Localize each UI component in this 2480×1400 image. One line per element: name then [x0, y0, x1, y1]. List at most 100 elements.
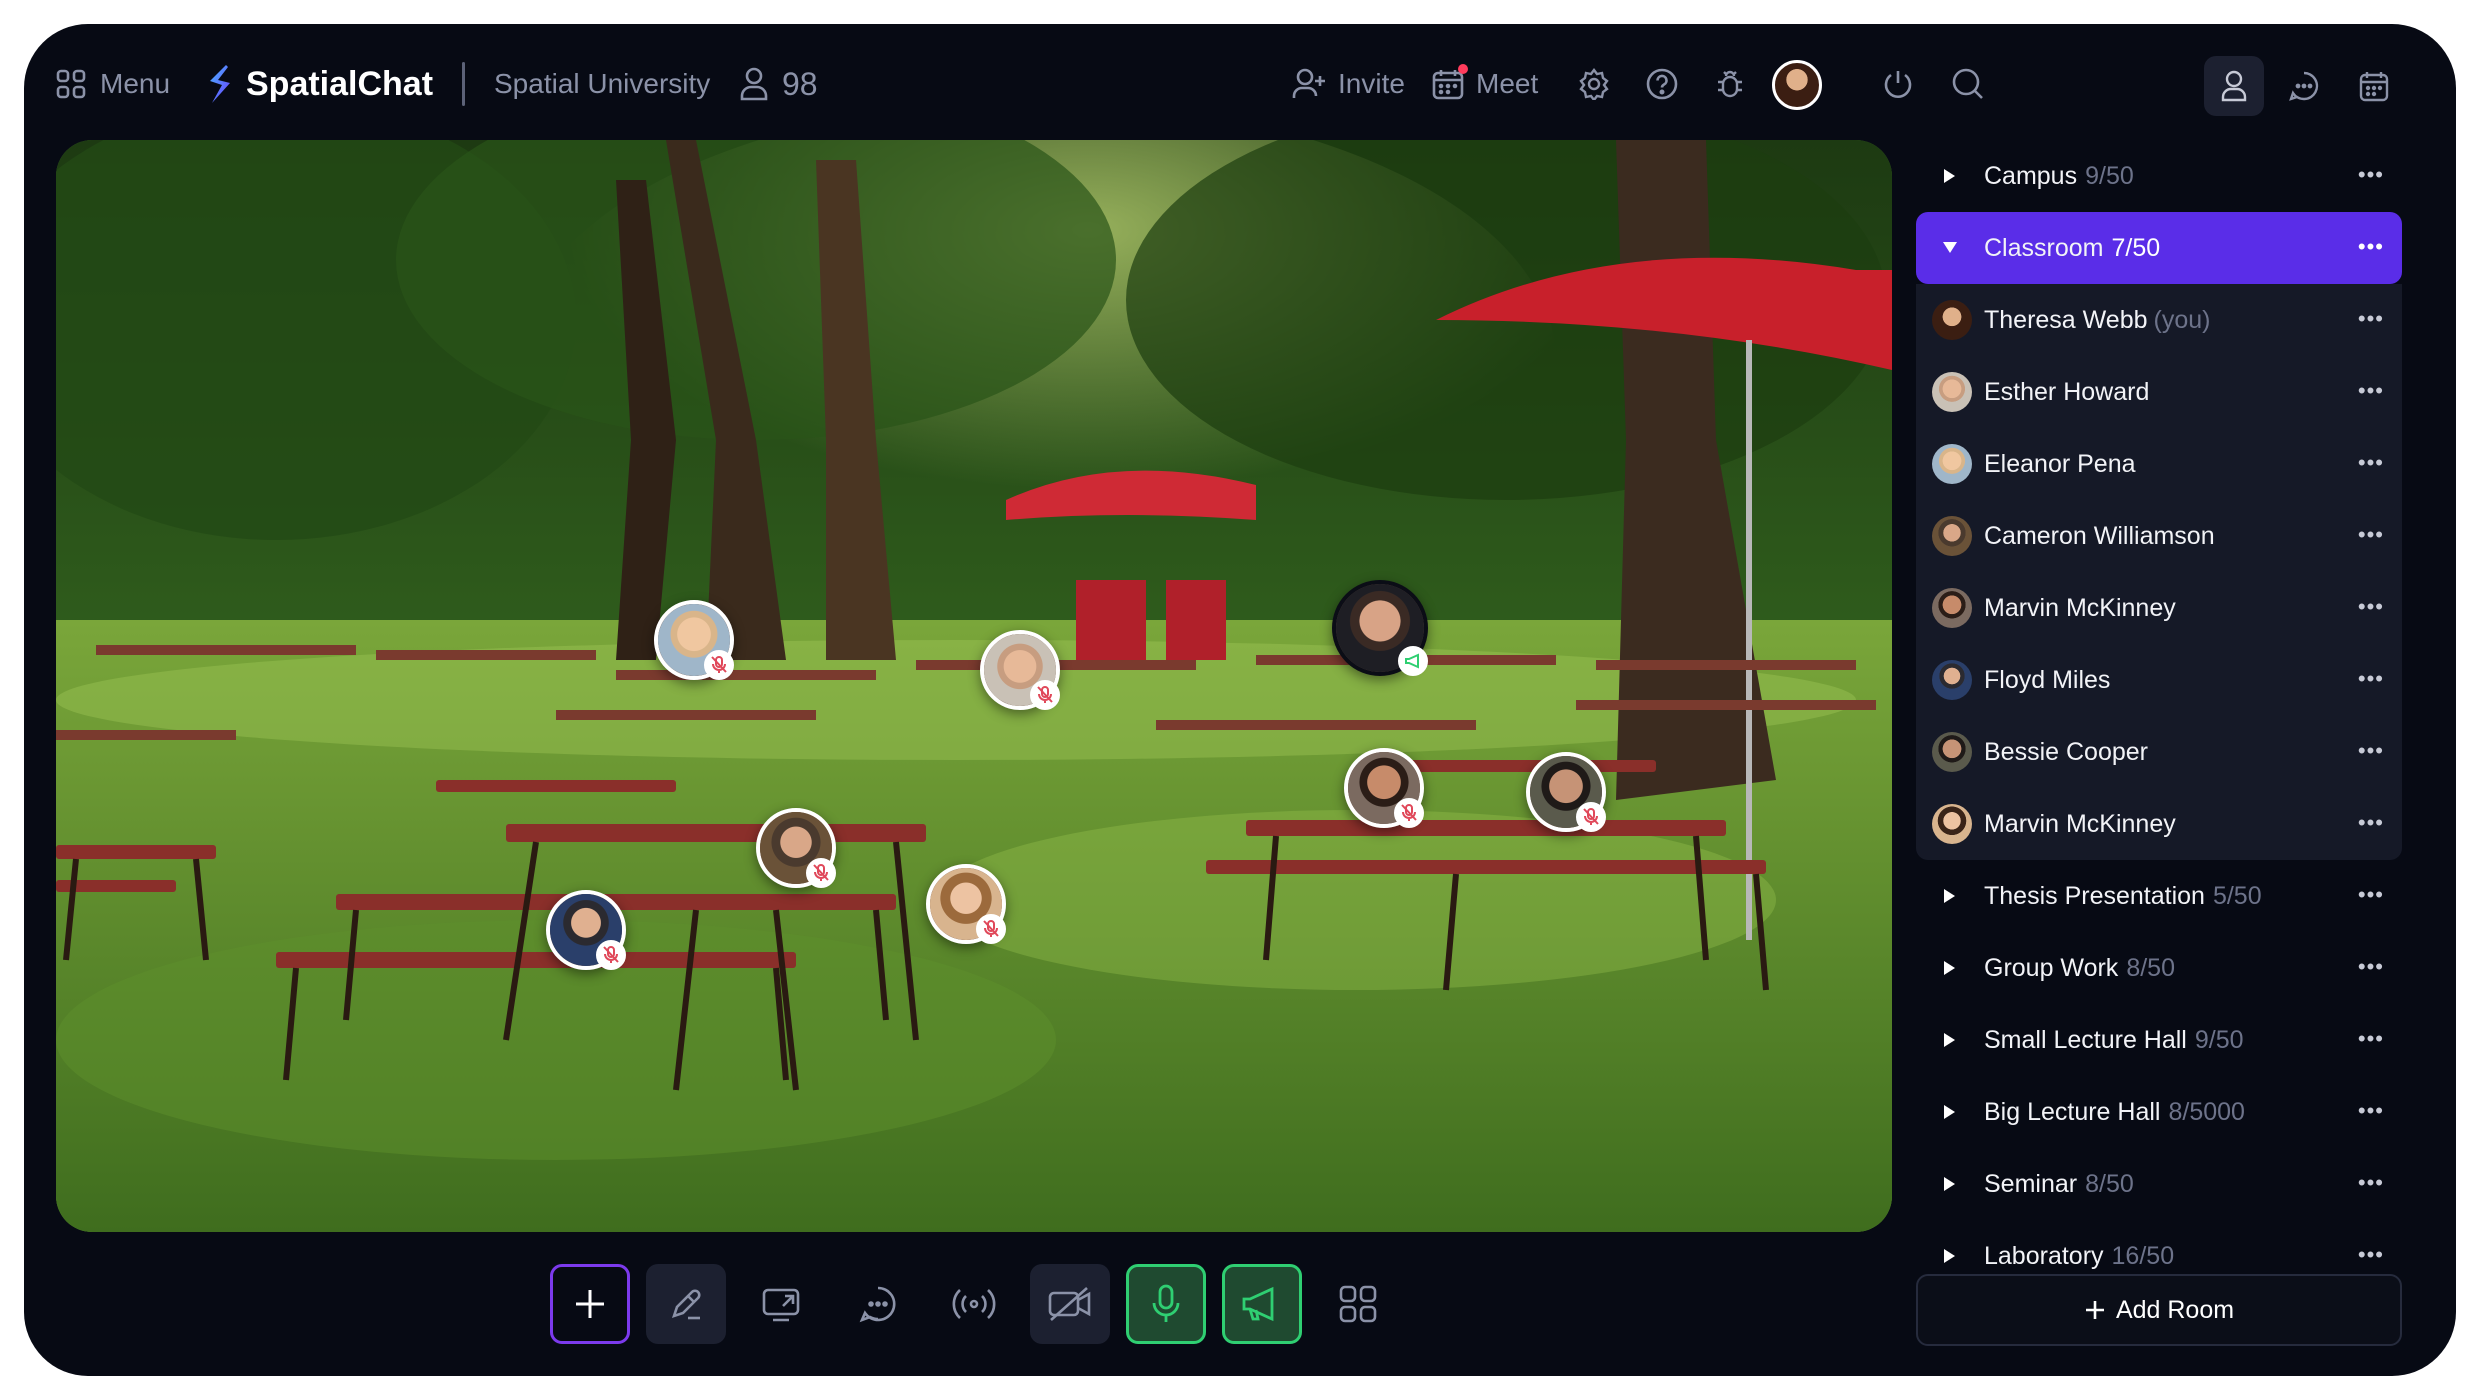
add-room-button[interactable]: Add Room: [1916, 1274, 2402, 1346]
more-options-icon[interactable]: •••: [2358, 810, 2384, 836]
more-options-icon[interactable]: •••: [2358, 954, 2384, 980]
room-item[interactable]: Group Work 8/50 •••: [1916, 932, 2402, 1004]
camera-toggle-button[interactable]: [1030, 1264, 1110, 1344]
participant-avatar[interactable]: [1344, 748, 1424, 828]
more-options-icon[interactable]: •••: [2358, 162, 2384, 188]
gear-icon: [1579, 68, 1609, 100]
space-name[interactable]: Spatial University: [494, 24, 710, 144]
tab-people[interactable]: [2204, 56, 2264, 116]
member-name: Cameron Williamson: [1984, 521, 2215, 550]
room-count: 8/50: [2126, 953, 2175, 982]
tab-chat[interactable]: [2274, 56, 2334, 116]
add-content-button[interactable]: [550, 1264, 630, 1344]
megaphone-icon: [1242, 1286, 1274, 1322]
help-button[interactable]: [1638, 24, 1686, 144]
search-button[interactable]: [1944, 24, 1992, 144]
expand-triangle-icon: [1944, 1033, 1955, 1047]
add-room-label: Add Room: [2115, 1295, 2235, 1324]
room-name: Classroom: [1984, 233, 2104, 262]
participant-avatar[interactable]: [546, 890, 626, 970]
expand-triangle-icon: [1944, 889, 1955, 903]
more-options-icon[interactable]: •••: [2358, 450, 2384, 476]
more-options-icon[interactable]: •••: [2358, 1098, 2384, 1124]
tab-calendar[interactable]: [2344, 56, 2404, 116]
room-item[interactable]: Campus 9/50 •••: [1916, 140, 2402, 212]
top-bar: Menu SpatialChat Spatial University 98 I…: [24, 24, 2456, 144]
room-name: Seminar: [1984, 1169, 2078, 1198]
more-options-icon[interactable]: •••: [2358, 378, 2384, 404]
leave-button[interactable]: [1874, 24, 1922, 144]
participant-avatar[interactable]: [654, 600, 734, 680]
brand-logo[interactable]: SpatialChat: [204, 24, 433, 144]
muted-mic-icon: [1394, 798, 1424, 828]
member-item[interactable]: Marvin McKinney •••: [1916, 788, 2402, 860]
park-room-canvas[interactable]: [56, 140, 1892, 1232]
room-item[interactable]: Big Lecture Hall 8/5000 •••: [1916, 1076, 2402, 1148]
member-name: Marvin McKinney: [1984, 809, 2176, 838]
meet-label: Meet: [1476, 68, 1539, 99]
more-options-icon[interactable]: •••: [2358, 882, 2384, 908]
room-item-active[interactable]: Classroom 7/50 •••: [1916, 212, 2402, 284]
avatar: [1932, 372, 1972, 412]
room-count: 7/50: [2111, 233, 2161, 262]
room-name: Thesis Presentation: [1984, 881, 2205, 910]
room-count: 9/50: [2194, 1025, 2244, 1054]
muted-mic-icon: [1030, 680, 1060, 710]
room-item[interactable]: Small Lecture Hall 9/50 •••: [1916, 1004, 2402, 1076]
room-item[interactable]: Seminar 8/50 •••: [1916, 1148, 2402, 1220]
more-options-icon[interactable]: •••: [2358, 666, 2384, 692]
people-count[interactable]: 98: [740, 24, 818, 144]
draw-button[interactable]: [646, 1264, 726, 1344]
participant-avatar[interactable]: [980, 630, 1060, 710]
apps-button[interactable]: [1318, 1264, 1398, 1344]
more-options-icon[interactable]: •••: [2358, 1026, 2384, 1052]
participant-avatar[interactable]: [756, 808, 836, 888]
chat-icon: [2289, 71, 2319, 101]
search-icon: [1952, 68, 1983, 99]
member-item[interactable]: Cameron Williamson •••: [1916, 500, 2402, 572]
member-item[interactable]: Floyd Miles •••: [1916, 644, 2402, 716]
menu-button[interactable]: Menu: [56, 24, 170, 144]
bug-report-button[interactable]: [1706, 24, 1754, 144]
member-item[interactable]: Marvin McKinney •••: [1916, 572, 2402, 644]
more-options-icon[interactable]: •••: [2358, 1242, 2384, 1268]
muted-mic-icon: [704, 650, 734, 680]
participant-avatar[interactable]: [1526, 752, 1606, 832]
plus-icon: [2085, 1301, 2104, 1319]
room-name: Big Lecture Hall: [1984, 1097, 2161, 1126]
user-avatar[interactable]: [1772, 60, 1822, 110]
invite-button[interactable]: Invite: [1292, 24, 1405, 144]
avatar: [1932, 804, 1972, 844]
apps-grid-icon: [1339, 1285, 1377, 1323]
member-item[interactable]: Esther Howard •••: [1916, 356, 2402, 428]
participant-avatar-speaking[interactable]: [1332, 580, 1428, 676]
sidebar-tabs: [2204, 56, 2404, 116]
plus-icon: [576, 1290, 604, 1318]
more-options-icon[interactable]: •••: [2358, 234, 2384, 260]
microphone-icon: [1152, 1284, 1180, 1322]
more-options-icon[interactable]: •••: [2358, 738, 2384, 764]
more-options-icon[interactable]: •••: [2358, 1170, 2384, 1196]
member-item[interactable]: Bessie Cooper •••: [1916, 716, 2402, 788]
broadcast-button[interactable]: [934, 1264, 1014, 1344]
calendar-icon: [2359, 72, 2389, 102]
add-user-icon: [1292, 68, 1325, 98]
more-options-icon[interactable]: •••: [2358, 306, 2384, 332]
megaphone-button[interactable]: [1222, 1264, 1302, 1344]
more-options-icon[interactable]: •••: [2358, 594, 2384, 620]
participant-avatar[interactable]: [926, 864, 1006, 944]
meet-button[interactable]: Meet: [1432, 24, 1538, 144]
room-name: Small Lecture Hall: [1984, 1025, 2187, 1054]
chat-button[interactable]: [838, 1264, 918, 1344]
microphone-toggle-button[interactable]: [1126, 1264, 1206, 1344]
person-icon: [2221, 70, 2247, 102]
more-options-icon[interactable]: •••: [2358, 522, 2384, 548]
settings-button[interactable]: [1570, 24, 1618, 144]
power-icon: [1884, 71, 1912, 98]
screen-share-button[interactable]: [742, 1264, 822, 1344]
bug-icon: [1718, 70, 1742, 98]
room-name: Laboratory: [1984, 1241, 2104, 1270]
member-item[interactable]: Theresa Webb (you) •••: [1916, 284, 2402, 356]
member-item[interactable]: Eleanor Pena •••: [1916, 428, 2402, 500]
room-item[interactable]: Thesis Presentation 5/50 •••: [1916, 860, 2402, 932]
